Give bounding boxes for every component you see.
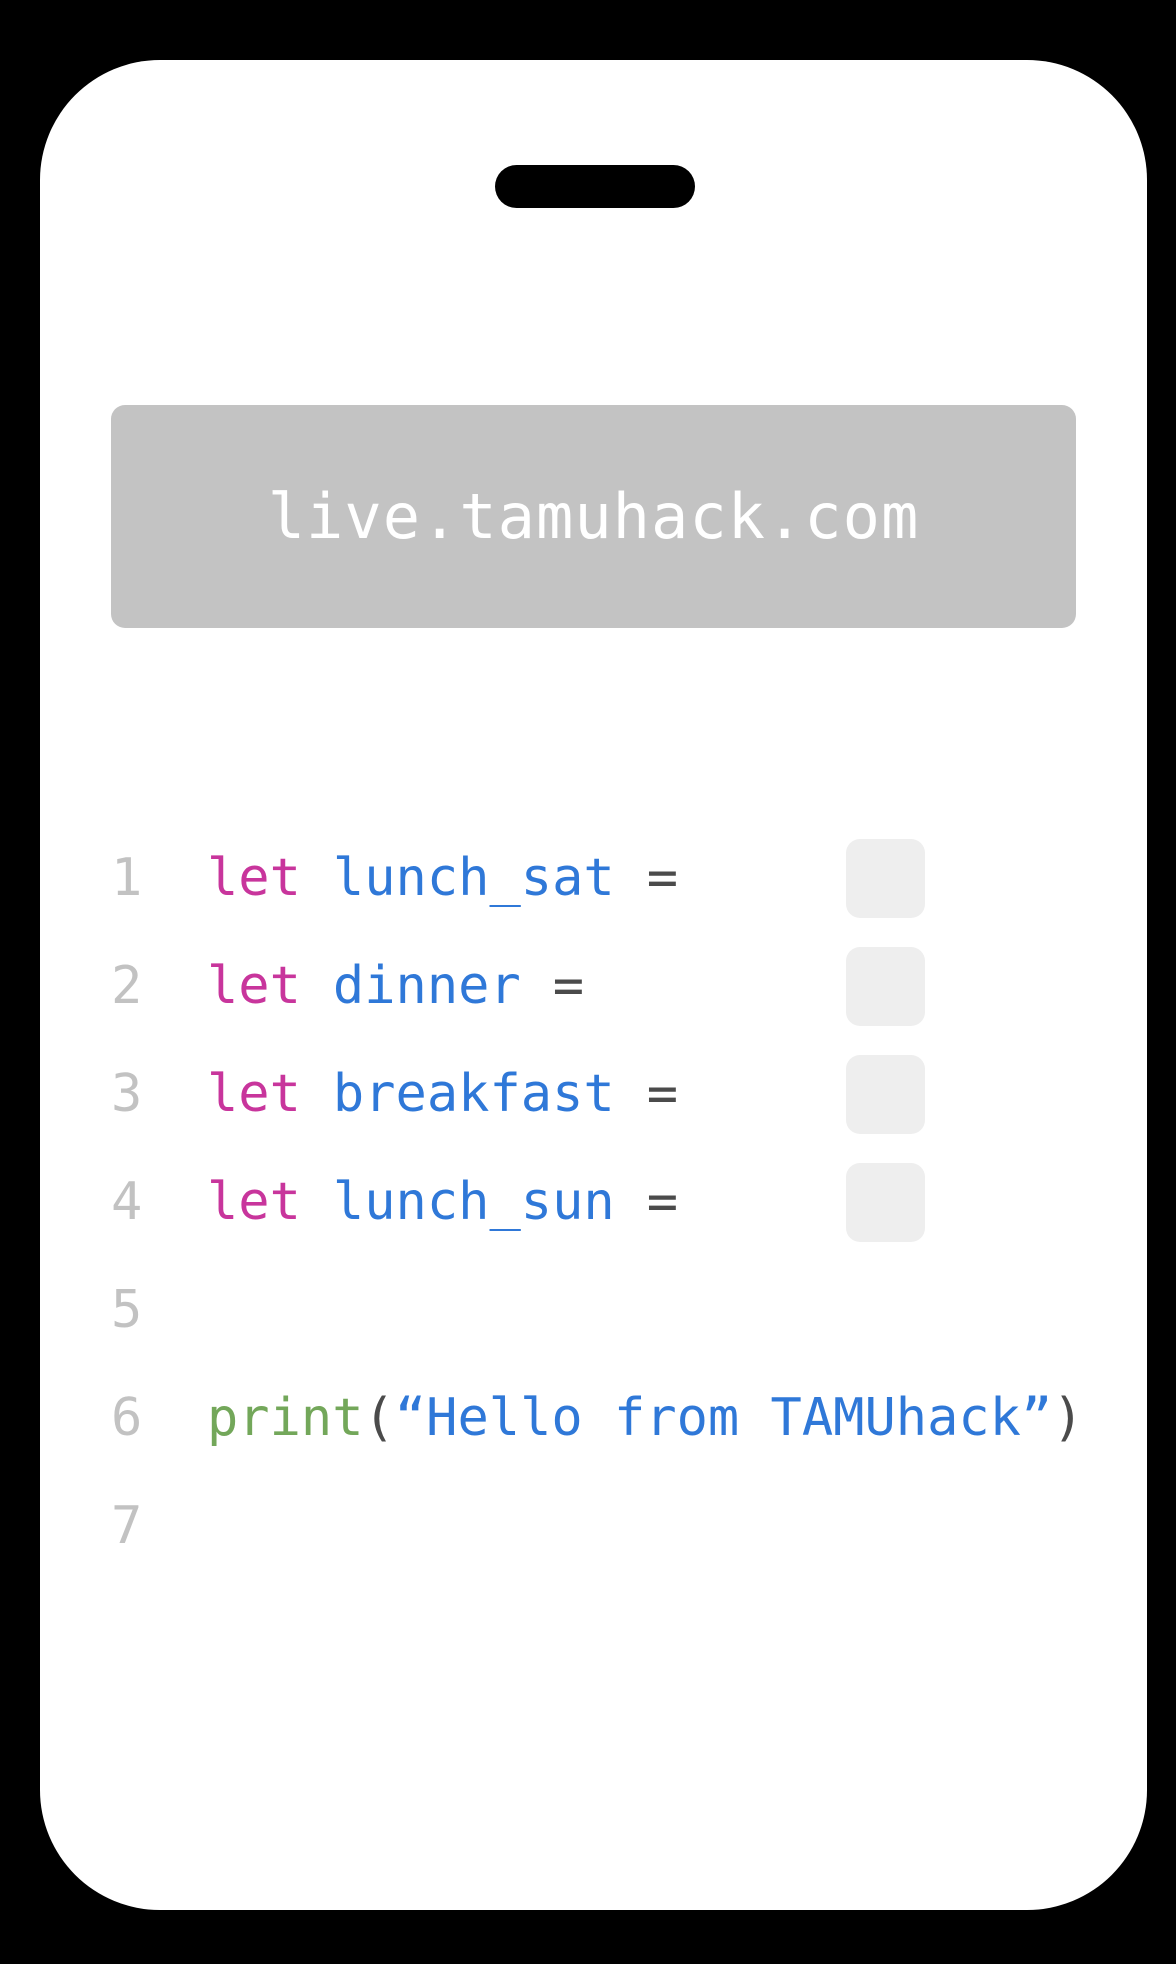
code-line-5: 5 (111, 1270, 207, 1350)
answer-slot-2[interactable] (846, 947, 925, 1026)
variable-name: lunch_sat (332, 848, 615, 908)
line-number: 7 (111, 1496, 143, 1556)
line-number: 3 (111, 1064, 143, 1124)
assignment-operator: = (646, 1064, 678, 1124)
line-number: 6 (111, 1388, 143, 1448)
code-line-1: 1 let lunch_sat = (111, 838, 678, 918)
function-print: print (207, 1388, 364, 1448)
code-line-7: 7 (111, 1486, 207, 1566)
close-parenthesis: ) (1052, 1388, 1084, 1448)
assignment-operator: = (646, 1172, 678, 1232)
keyword-let: let (207, 956, 301, 1016)
open-parenthesis: ( (363, 1388, 395, 1448)
code-line-6: 6 print ( “Hello from TAMUhack” ) (111, 1378, 1084, 1458)
code-line-3: 3 let breakfast = (111, 1054, 678, 1134)
line-number: 1 (111, 848, 143, 908)
line-number: 4 (111, 1172, 143, 1232)
line-number: 2 (111, 956, 143, 1016)
code-line-2: 2 let dinner = (111, 946, 584, 1026)
keyword-let: let (207, 848, 301, 908)
answer-slot-1[interactable] (846, 839, 925, 918)
string-literal: “Hello from TAMUhack” (394, 1388, 1053, 1448)
variable-name: lunch_sun (332, 1172, 615, 1232)
phone-frame: live.tamuhack.com 1 let lunch_sat = 2 le… (0, 0, 1176, 1964)
variable-name: breakfast (332, 1064, 615, 1124)
assignment-operator: = (552, 956, 585, 1016)
code-line-4: 4 let lunch_sun = (111, 1162, 678, 1242)
keyword-let: let (207, 1172, 301, 1232)
answer-slot-4[interactable] (846, 1163, 925, 1242)
keyword-let: let (207, 1064, 301, 1124)
assignment-operator: = (646, 848, 678, 908)
variable-name: dinner (332, 956, 521, 1016)
code-editor: 1 let lunch_sat = 2 let dinner = 3 let b… (0, 0, 1176, 1964)
line-number: 5 (111, 1280, 143, 1340)
answer-slot-3[interactable] (846, 1055, 925, 1134)
